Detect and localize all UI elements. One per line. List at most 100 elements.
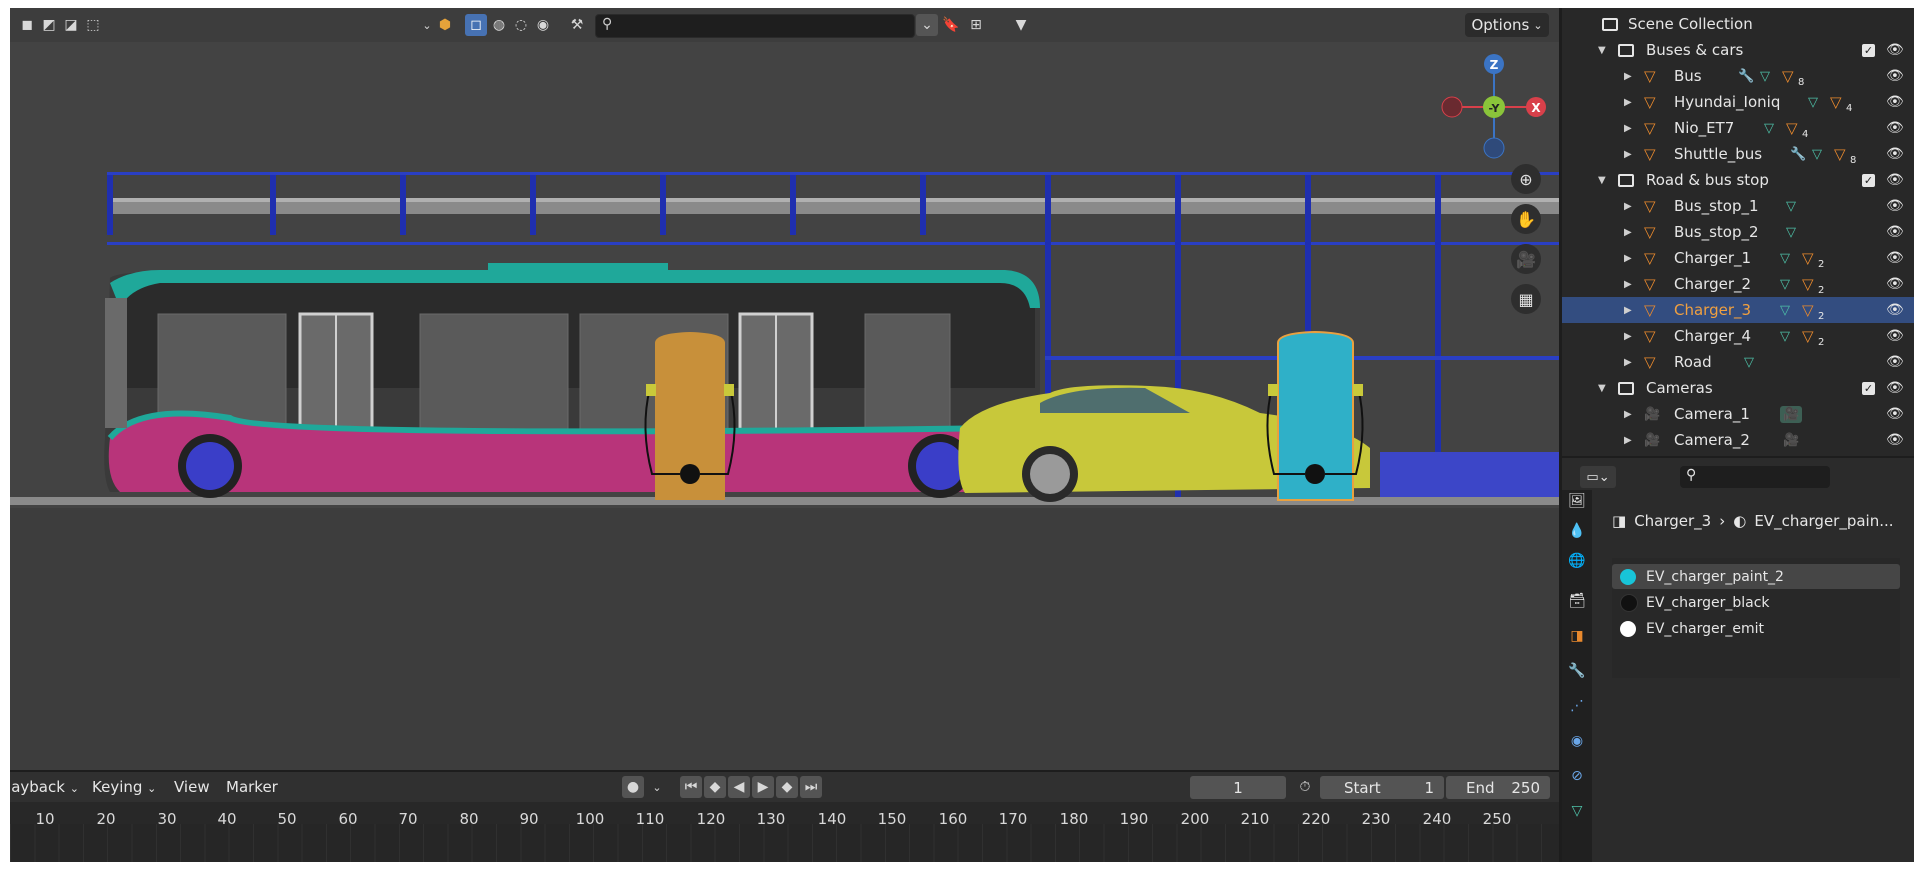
expand-arrow-icon[interactable]: ▶	[1624, 357, 1632, 368]
eye-icon[interactable]: 👁	[1886, 146, 1904, 162]
next-keyframe-icon[interactable]: ◆	[776, 776, 798, 798]
tab-particles-icon[interactable]: ⋰	[1566, 695, 1588, 717]
expand-arrow-icon[interactable]: ▶	[1624, 253, 1632, 264]
tab-tool-icon[interactable]: 🖼	[1566, 490, 1588, 512]
outliner-row-object[interactable]: ▶ ▽ Road ▽ 👁	[1562, 349, 1914, 375]
outliner-row-object-selected[interactable]: ▶ ▽ Charger_3 ▽ ▽ 2 👁	[1562, 297, 1914, 323]
outliner-row-camera[interactable]: ▶ 🎥 Camera_1 🎥 👁	[1562, 401, 1914, 427]
expand-arrow-icon[interactable]: ▶	[1624, 305, 1632, 316]
expand-arrow-icon[interactable]: ▶	[1624, 435, 1632, 446]
outliner-item-label: Camera_1	[1674, 405, 1750, 423]
tab-world-icon[interactable]: 🌐	[1566, 550, 1588, 572]
outliner-row-collection[interactable]: ▼ Road & bus stop ✓ 👁	[1562, 167, 1914, 193]
zoom-icon[interactable]: ⊕	[1511, 164, 1541, 194]
eye-icon[interactable]: 👁	[1886, 432, 1904, 448]
tab-modifier-icon[interactable]: 🔧	[1566, 660, 1588, 682]
checkbox-icon[interactable]: ✓	[1862, 173, 1875, 187]
tab-physics-icon[interactable]: ◉	[1566, 730, 1588, 752]
outliner-row-object[interactable]: ▶ ▽ Charger_2 ▽ ▽ 2 👁	[1562, 271, 1914, 297]
expand-arrow-icon[interactable]: ▼	[1598, 45, 1606, 56]
tab-data-icon[interactable]: ▽	[1566, 800, 1588, 822]
tab-constraints-icon[interactable]: ⊘	[1566, 765, 1588, 787]
play-icon[interactable]: ▶	[752, 776, 774, 798]
outliner-row-object[interactable]: ▶ ▽ Nio_ET7 ▽ ▽ 4 👁	[1562, 115, 1914, 141]
material-slot[interactable]: EV_charger_emit	[1612, 616, 1900, 641]
outliner-root-row[interactable]: Scene Collection	[1562, 11, 1914, 37]
eye-icon[interactable]: 👁	[1886, 276, 1904, 292]
eye-icon[interactable]: 👁	[1886, 302, 1904, 318]
eye-icon[interactable]: 👁	[1886, 42, 1904, 58]
expand-arrow-icon[interactable]: ▶	[1624, 71, 1632, 82]
material-count: 8	[1798, 77, 1805, 88]
start-frame-field[interactable]: Start 1	[1320, 776, 1444, 799]
outliner-row-object[interactable]: ▶ ▽ Charger_1 ▽ ▽ 2 👁	[1562, 245, 1914, 271]
material-slot[interactable]: EV_charger_black	[1612, 590, 1900, 615]
expand-arrow-icon[interactable]: ▶	[1624, 123, 1632, 134]
breadcrumb-material: EV_charger_pain...	[1754, 512, 1894, 530]
eye-icon[interactable]: 👁	[1886, 354, 1904, 370]
expand-arrow-icon[interactable]: ▶	[1624, 227, 1632, 238]
mesh-data-icon: ▽	[1780, 250, 1790, 266]
eye-icon[interactable]: 👁	[1886, 120, 1904, 136]
current-frame-value: 1	[1233, 778, 1243, 797]
menu-view[interactable]: View	[174, 778, 210, 796]
editor-type-dropdown[interactable]: ▭⌄	[1580, 466, 1616, 488]
expand-arrow-icon[interactable]: ▶	[1624, 97, 1632, 108]
chevron-down-icon[interactable]: ⌄	[646, 776, 668, 798]
tab-object-icon[interactable]: ◨	[1566, 625, 1588, 647]
outliner-row-object[interactable]: ▶ ▽ Shuttle_bus 🔧 ▽ ▽ 8 👁	[1562, 141, 1914, 167]
outliner-row-object[interactable]: ▶ ▽ Charger_4 ▽ ▽ 2 👁	[1562, 323, 1914, 349]
3d-viewport[interactable]: ◼ ◩ ◪ ⬚ ⌄ ⬢ ◻ ◍ ◌ ◉ ⚒ ⚲ ⌄ 🔖 ⊞ ▼ Options …	[10, 8, 1559, 770]
jump-start-icon[interactable]: ⏮	[680, 776, 702, 798]
outliner-row-object[interactable]: ▶ ▽ Bus_stop_2 ▽ 👁	[1562, 219, 1914, 245]
eye-icon[interactable]: 👁	[1886, 328, 1904, 344]
outliner-row-object[interactable]: ▶ ▽ Bus 🔧 ▽ ▽ 8 👁	[1562, 63, 1914, 89]
expand-arrow-icon[interactable]: ▶	[1624, 331, 1632, 342]
expand-arrow-icon[interactable]: ▼	[1598, 383, 1606, 394]
outliner-row-collection[interactable]: ▼ Buses & cars ✓ 👁	[1562, 37, 1914, 63]
prev-keyframe-icon[interactable]: ◆	[704, 776, 726, 798]
expand-arrow-icon[interactable]: ▶	[1624, 201, 1632, 212]
outliner-row-camera[interactable]: ▶ 🎥 Camera_2 🎥 👁	[1562, 427, 1914, 453]
stopwatch-icon[interactable]: ⏱	[1294, 776, 1316, 798]
mesh-object-icon: ▽	[1644, 249, 1656, 267]
outliner-row-object[interactable]: ▶ ▽ Hyundai_Ioniq ▽ ▽ 4 👁	[1562, 89, 1914, 115]
outliner-item-label: Charger_4	[1674, 327, 1752, 345]
keyframe-area[interactable]	[10, 824, 1559, 862]
checkbox-icon[interactable]: ✓	[1862, 43, 1875, 57]
wrench-modifier-icon: 🔧	[1790, 146, 1807, 162]
checkbox-icon[interactable]: ✓	[1862, 381, 1875, 395]
outliner-row-collection[interactable]: ▼ Cameras ✓ 👁	[1562, 375, 1914, 401]
grid-icon[interactable]: ▦	[1511, 284, 1541, 314]
eye-icon[interactable]: 👁	[1886, 172, 1904, 188]
end-frame-field[interactable]: End 250	[1446, 776, 1550, 799]
eye-icon[interactable]: 👁	[1886, 198, 1904, 214]
record-icon[interactable]: ●	[622, 776, 644, 798]
jump-end-icon[interactable]: ⏭	[800, 776, 822, 798]
expand-arrow-icon[interactable]: ▶	[1624, 149, 1632, 160]
tab-render-icon[interactable]: 💧	[1566, 520, 1588, 542]
breadcrumb-object: Charger_3	[1634, 512, 1712, 530]
eye-icon[interactable]: 👁	[1886, 68, 1904, 84]
hand-pan-icon[interactable]: ✋	[1511, 204, 1541, 234]
expand-arrow-icon[interactable]: ▶	[1624, 409, 1632, 420]
menu-marker[interactable]: Marker	[226, 778, 278, 796]
expand-arrow-icon[interactable]: ▼	[1598, 175, 1606, 186]
eye-icon[interactable]: 👁	[1886, 224, 1904, 240]
play-reverse-icon[interactable]: ◀	[728, 776, 750, 798]
expand-arrow-icon[interactable]: ▶	[1624, 279, 1632, 290]
eye-icon[interactable]: 👁	[1886, 406, 1904, 422]
outliner-panel: Scene Collection ▼ Buses & cars ✓ 👁 ▶ ▽ …	[1562, 8, 1914, 456]
menu-playback[interactable]: Playback ⌄	[10, 778, 79, 796]
current-frame-field[interactable]: 1	[1190, 776, 1286, 799]
menu-keying[interactable]: Keying ⌄	[92, 778, 156, 796]
material-slot[interactable]: EV_charger_paint_2	[1612, 564, 1900, 589]
charger-cyan-selected	[1266, 330, 1364, 501]
eye-icon[interactable]: 👁	[1886, 380, 1904, 396]
eye-icon[interactable]: 👁	[1886, 250, 1904, 266]
tab-collection-icon[interactable]: 🗃	[1566, 590, 1588, 612]
eye-icon[interactable]: 👁	[1886, 94, 1904, 110]
properties-search-input[interactable]: ⚲	[1680, 466, 1830, 488]
camera-icon[interactable]: 🎥	[1511, 244, 1541, 274]
outliner-row-object[interactable]: ▶ ▽ Bus_stop_1 ▽ 👁	[1562, 193, 1914, 219]
